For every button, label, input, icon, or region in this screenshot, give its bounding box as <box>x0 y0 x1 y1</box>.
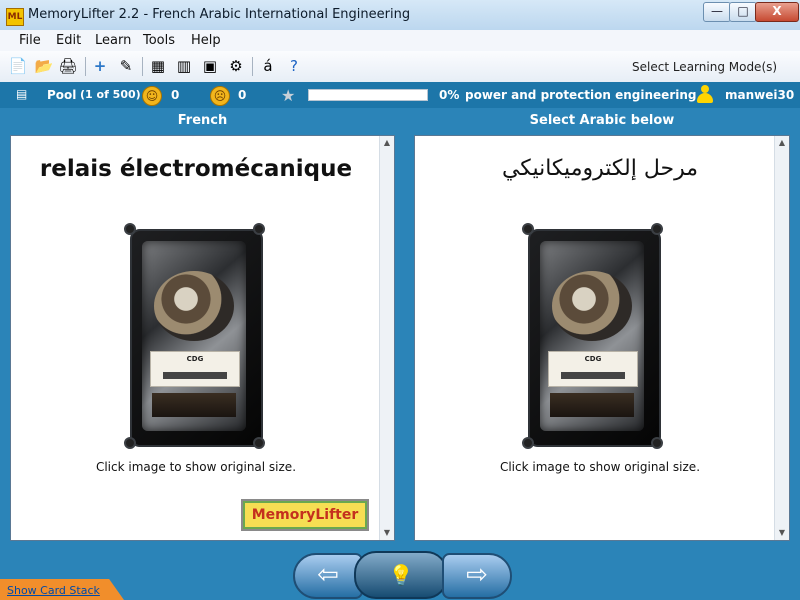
pool-label: Pool <box>47 88 77 102</box>
toolbar-separator <box>142 57 143 76</box>
wrong-count: 0 <box>238 88 247 102</box>
edit-icon[interactable]: ✎ <box>116 56 136 76</box>
back-arrow-button[interactable]: ⇦ <box>293 553 363 599</box>
show-card-stack-link[interactable]: Show Card Stack <box>7 584 100 597</box>
close-button[interactable]: X <box>755 2 799 22</box>
dictionary-name: power and protection engineering <box>465 88 697 102</box>
pool-icon: ▤ <box>16 87 28 101</box>
user-icon <box>696 85 714 105</box>
relay-label: CDG <box>186 355 204 363</box>
menu-tools[interactable]: Tools <box>143 33 175 48</box>
menu-help[interactable]: Help <box>191 33 221 48</box>
maximize-button[interactable]: □ <box>729 2 757 22</box>
menu-file[interactable]: File <box>19 33 41 48</box>
special-character-icon[interactable]: á <box>258 56 278 76</box>
username: manwei30 <box>725 88 795 102</box>
settings-icon[interactable]: ⚙ <box>226 56 246 76</box>
scroll-down-icon[interactable]: ▼ <box>380 526 394 540</box>
print-icon[interactable]: 🖨 <box>58 56 78 76</box>
scroll-down-icon[interactable]: ▼ <box>775 526 789 540</box>
scroll-up-icon[interactable]: ▲ <box>380 136 394 150</box>
progress-bar <box>308 89 428 101</box>
image-caption: Click image to show original size. <box>95 460 297 474</box>
select-learning-mode-label[interactable]: Select Learning Mode(s) <box>632 60 777 74</box>
new-icon[interactable]: 📄 <box>8 56 28 76</box>
right-scrollbar[interactable]: ▲ ▼ <box>774 136 789 540</box>
menu-edit[interactable]: Edit <box>56 33 81 48</box>
correct-smiley-icon: ☺ <box>142 86 162 106</box>
question-word: relais électromécanique <box>39 156 353 182</box>
right-panel-header: Select Arabic below <box>529 113 675 128</box>
image-caption: Click image to show original size. <box>499 460 701 474</box>
add-icon[interactable]: + <box>90 56 110 76</box>
progress-percent-text: 0% <box>439 88 460 102</box>
wrong-smiley-icon: ☹ <box>210 86 230 106</box>
toolbar: 📄 📂 🖨 + ✎ ▦ ▥ ▣ ⚙ á ? Select Learning Mo… <box>0 51 800 128</box>
scroll-up-icon[interactable]: ▲ <box>775 136 789 150</box>
answer-card: مرحل إلكتروميكانيكي CDG Click image to s… <box>414 135 790 541</box>
memorylifter-logo: MemoryLifter <box>241 499 369 531</box>
relay-label: CDG <box>584 355 602 363</box>
learning-box-icon[interactable]: ▣ <box>200 56 220 76</box>
answer-word: مرحل إلكتروميكانيكي <box>501 156 699 181</box>
pool-count: (1 of 500) <box>80 88 141 101</box>
presentation-icon[interactable]: ▦ <box>148 56 168 76</box>
card-stack-icon[interactable]: ▥ <box>174 56 194 76</box>
correct-count: 0 <box>171 88 180 102</box>
menu-bar: File Edit Learn Tools Help <box>0 30 800 52</box>
minimize-button[interactable]: — <box>703 2 731 22</box>
star-icon: ★ <box>281 86 296 105</box>
left-scrollbar[interactable]: ▲ ▼ <box>379 136 394 540</box>
help-icon[interactable]: ? <box>284 56 304 76</box>
hint-lightbulb-button[interactable]: 💡 <box>354 551 448 599</box>
left-panel-header: French <box>177 113 228 128</box>
question-card: relais électromécanique CDG Click image … <box>10 135 395 541</box>
app-icon: ML <box>6 8 24 26</box>
title-bar: ML MemoryLifter 2.2 - French Arabic Inte… <box>0 0 800 31</box>
toolbar-separator <box>85 57 86 76</box>
forward-arrow-button[interactable]: ⇨ <box>442 553 512 599</box>
menu-learn[interactable]: Learn <box>95 33 131 48</box>
relay-image[interactable]: CDG <box>522 223 663 449</box>
relay-image[interactable]: CDG <box>124 223 265 449</box>
open-icon[interactable]: 📂 <box>34 56 54 76</box>
toolbar-separator <box>252 57 253 76</box>
window-title: MemoryLifter 2.2 - French Arabic Interna… <box>28 7 411 22</box>
